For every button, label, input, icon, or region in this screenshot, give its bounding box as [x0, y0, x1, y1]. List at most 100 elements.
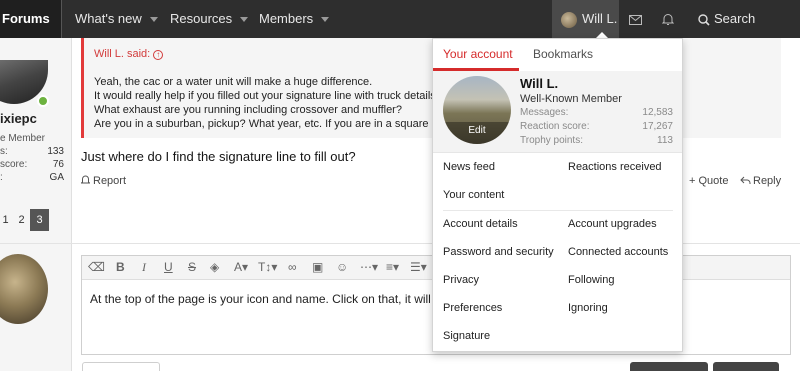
- stat-value: 76: [52, 159, 64, 170]
- menu-account-details[interactable]: Account details: [443, 218, 518, 230]
- arrow-up-icon[interactable]: ↑: [153, 50, 164, 60]
- reply-button[interactable]: Reply: [740, 175, 781, 187]
- stat-label: Reaction score:: [520, 121, 590, 132]
- quote-author-label: Will L. said:: [94, 48, 151, 60]
- smiley-icon[interactable]: ☺: [336, 260, 348, 274]
- post-message: Just where do I find the signature line …: [81, 149, 356, 164]
- font-size-icon[interactable]: T↕▾: [258, 260, 277, 274]
- paint-icon[interactable]: ◈: [210, 260, 219, 274]
- menu-account-upgrades[interactable]: Account upgrades: [568, 218, 657, 230]
- preview-button[interactable]: [713, 362, 779, 371]
- nav-members[interactable]: Members: [259, 0, 330, 38]
- report-label: Report: [93, 175, 127, 187]
- search-button[interactable]: Search: [686, 0, 758, 38]
- italic-icon[interactable]: I: [142, 260, 146, 275]
- stat-value: 12,583: [642, 107, 673, 118]
- quote-line: What exhaust are you running including c…: [94, 104, 402, 116]
- menu-connected-accounts[interactable]: Connected accounts: [568, 246, 668, 258]
- author-stat-location: : GA: [0, 172, 64, 183]
- envelope-icon: [629, 14, 642, 25]
- menu-reactions-received[interactable]: Reactions received: [568, 161, 662, 173]
- alerts-button[interactable]: [652, 0, 683, 38]
- quote-author[interactable]: Will L. said: ↑: [94, 48, 164, 60]
- quote-line: Yeah, the cac or a water unit will make …: [94, 76, 373, 88]
- stat-value: GA: [49, 172, 64, 183]
- eraser-icon[interactable]: ⌫: [88, 260, 105, 274]
- nav-whats-new-label: What's new: [75, 11, 142, 26]
- stat-value: 113: [657, 135, 673, 146]
- account-name[interactable]: Will L.: [520, 76, 558, 91]
- avatar: [561, 11, 577, 28]
- stat-value: 133: [47, 146, 64, 157]
- nav-members-label: Members: [259, 11, 314, 26]
- stat-label: s:: [0, 146, 8, 157]
- report-button[interactable]: Report: [80, 175, 127, 187]
- nav-whats-new[interactable]: What's new: [75, 0, 158, 38]
- author-stat-score: score: 76: [0, 159, 64, 170]
- more-icon[interactable]: ⋯▾: [360, 260, 378, 274]
- search-label: Search: [714, 11, 756, 26]
- strikethrough-icon[interactable]: S: [188, 260, 196, 274]
- menu-preferences[interactable]: Preferences: [443, 302, 502, 314]
- menu-ignoring[interactable]: Ignoring: [568, 302, 608, 314]
- stat-value: 17,267: [642, 121, 673, 132]
- online-status-badge: [37, 95, 49, 107]
- chevron-down-icon[interactable]: [149, 17, 158, 23]
- nav-forums-label: Forums: [2, 11, 50, 26]
- post-author-name[interactable]: ixiepc: [0, 111, 37, 126]
- post-reply-button[interactable]: [630, 362, 708, 371]
- menu-divider: [443, 210, 673, 211]
- stat-reaction-score: Reaction score: 17,267: [520, 121, 673, 132]
- account-summary: Edit Will L. Well-Known Member Messages:…: [433, 71, 682, 153]
- author-stat-messages: s: 133: [0, 146, 64, 157]
- account-menu-trigger[interactable]: Will L.: [552, 0, 619, 38]
- bold-icon[interactable]: B: [116, 260, 125, 274]
- quote-line: It would really help if you filled out y…: [94, 90, 439, 102]
- menu-following[interactable]: Following: [568, 274, 614, 286]
- quote-label: + Quote: [689, 175, 729, 187]
- page-link-current[interactable]: 3: [30, 209, 49, 231]
- tab-your-account[interactable]: Your account: [443, 47, 513, 61]
- chevron-down-icon[interactable]: [321, 17, 330, 23]
- page-link-2[interactable]: 2: [12, 209, 31, 231]
- stat-label: score:: [0, 159, 28, 170]
- account-menu: Your account Bookmarks Edit Will L. Well…: [432, 38, 683, 352]
- list-icon[interactable]: ☰▾: [410, 260, 427, 274]
- reply-icon: [740, 176, 751, 184]
- nav-resources-label: Resources: [170, 11, 233, 26]
- editor-content[interactable]: At the top of the page is your icon and …: [90, 292, 435, 306]
- quote-line: Are you in a suburban, pickup? What year…: [94, 118, 464, 130]
- menu-signature[interactable]: Signature: [443, 330, 490, 342]
- align-icon[interactable]: ≡▾: [386, 260, 399, 274]
- image-icon[interactable]: ▣: [312, 260, 323, 274]
- avatar[interactable]: Edit: [443, 76, 511, 144]
- post-author-title: e Member: [0, 133, 46, 144]
- search-icon: [698, 13, 710, 26]
- account-name: Will L.: [582, 11, 618, 26]
- menu-privacy[interactable]: Privacy: [443, 274, 479, 286]
- menu-password-security[interactable]: Password and security: [443, 246, 554, 258]
- inbox-button[interactable]: [619, 0, 652, 38]
- menu-your-content[interactable]: Your content: [443, 189, 504, 201]
- tab-bookmarks[interactable]: Bookmarks: [533, 47, 593, 61]
- nav-forums[interactable]: Forums: [0, 0, 62, 38]
- account-title: Well-Known Member: [520, 93, 622, 105]
- edit-avatar-label[interactable]: Edit: [443, 122, 511, 144]
- stat-label: :: [0, 172, 3, 183]
- stat-label: Trophy points:: [520, 135, 583, 146]
- bell-icon: [661, 14, 674, 26]
- stat-label: Messages:: [520, 107, 569, 118]
- underline-icon[interactable]: U: [164, 260, 173, 274]
- top-nav: Forums What's new Resources Members Will…: [0, 0, 800, 38]
- reply-label: Reply: [753, 175, 782, 187]
- chevron-down-icon[interactable]: [240, 17, 249, 23]
- link-icon[interactable]: ∞: [288, 260, 297, 274]
- attach-files-button[interactable]: [82, 362, 160, 371]
- stat-trophy-points: Trophy points: 113: [520, 135, 673, 146]
- flag-icon: [80, 175, 91, 184]
- nav-resources[interactable]: Resources: [170, 0, 249, 38]
- stat-messages: Messages: 12,583: [520, 107, 673, 118]
- menu-news-feed[interactable]: News feed: [443, 161, 495, 173]
- quote-button[interactable]: + Quote: [689, 175, 728, 187]
- text-color-icon[interactable]: A▾: [234, 260, 248, 274]
